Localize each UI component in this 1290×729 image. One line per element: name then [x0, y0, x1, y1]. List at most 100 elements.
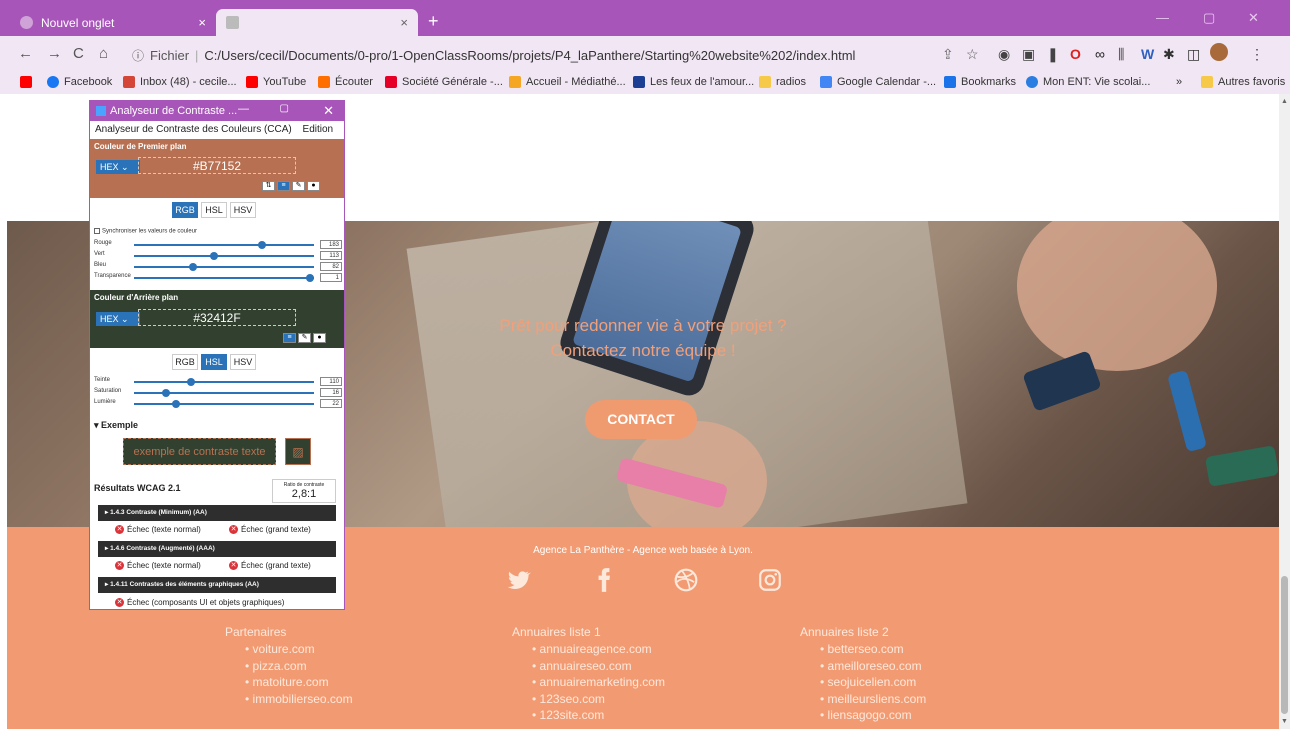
- bookmark-youtube-icon[interactable]: [20, 76, 37, 88]
- menu-icon[interactable]: ⋮: [1250, 46, 1264, 62]
- criterion-1-4-6[interactable]: ▸ 1.4.6 Contraste (Augmenté) (AAA): [98, 541, 336, 557]
- bookmarks-overflow-button[interactable]: »: [1176, 76, 1182, 88]
- cca-maximize-button[interactable]: ▢: [280, 103, 289, 114]
- criterion-1-4-11[interactable]: ▸ 1.4.11 Contrastes des éléments graphiq…: [98, 577, 336, 593]
- tab-active[interactable]: ×: [216, 9, 418, 36]
- close-window-button[interactable]: ✕: [1248, 10, 1259, 26]
- cca-minimize-button[interactable]: —: [238, 103, 249, 115]
- maximize-button[interactable]: ▢: [1203, 10, 1215, 26]
- slider-value[interactable]: 16: [320, 388, 342, 397]
- eyedropper-icon[interactable]: ✎: [292, 181, 305, 191]
- background-format-select[interactable]: HEX ⌄: [96, 312, 140, 326]
- list-item[interactable]: meilleursliens.com: [820, 691, 927, 708]
- list-item[interactable]: betterseo.com: [820, 641, 926, 658]
- slider-rouge[interactable]: Rouge 183: [94, 240, 344, 250]
- slider-knob[interactable]: [306, 274, 314, 282]
- cca-close-button[interactable]: ✕: [323, 103, 334, 119]
- instagram-icon[interactable]: [757, 567, 783, 593]
- slider-lumiere[interactable]: Lumière 22: [94, 399, 344, 409]
- tab-hsv[interactable]: HSV: [230, 202, 256, 218]
- facebook-icon[interactable]: [591, 567, 617, 593]
- slider-teinte[interactable]: Teinte 110: [94, 377, 344, 387]
- swap-icon[interactable]: ⇅: [262, 181, 275, 191]
- list-item[interactable]: pizza.com: [245, 658, 353, 675]
- cca-titlebar[interactable]: Analyseur de Contraste ... — ▢ ✕: [90, 101, 344, 121]
- sliders-icon[interactable]: ≡: [283, 333, 296, 343]
- opera-icon[interactable]: O: [1070, 46, 1081, 62]
- slider-value[interactable]: 1: [320, 273, 342, 282]
- avatar[interactable]: [1210, 43, 1228, 61]
- foreground-format-select[interactable]: HEX ⌄: [96, 160, 140, 174]
- tab-rgb[interactable]: RGB: [172, 202, 198, 218]
- slider-saturation[interactable]: Saturation 16: [94, 388, 344, 398]
- slider-knob[interactable]: [257, 241, 266, 249]
- slider-vert[interactable]: Vert 113: [94, 251, 344, 261]
- close-tab-icon[interactable]: ×: [400, 15, 408, 30]
- slider-knob[interactable]: [187, 378, 196, 386]
- new-tab-button[interactable]: +: [428, 12, 439, 30]
- scroll-down-icon[interactable]: ▼: [1281, 718, 1288, 725]
- slider-knob[interactable]: [171, 400, 180, 408]
- list-item[interactable]: voiture.com: [245, 641, 353, 658]
- tab-rgb[interactable]: RGB: [172, 354, 198, 370]
- close-tab-icon[interactable]: ×: [198, 15, 206, 30]
- slider-knob[interactable]: [209, 252, 218, 260]
- scroll-up-icon[interactable]: ▲: [1281, 98, 1288, 105]
- slider-knob[interactable]: [189, 263, 198, 271]
- tab-hsl[interactable]: HSL: [201, 202, 227, 218]
- address-bar[interactable]: ⓘ Fichier | C:/Users/cecil/Documents/0-p…: [124, 42, 998, 68]
- slider-value[interactable]: 183: [320, 240, 342, 249]
- share-icon[interactable]: ⇪: [942, 46, 954, 62]
- extension-icon[interactable]: ▣: [1022, 46, 1035, 62]
- criterion-1-4-3[interactable]: ▸ 1.4.3 Contraste (Minimum) (AA): [98, 505, 336, 521]
- background-hex-input[interactable]: #32412F: [138, 309, 296, 326]
- bookmark-item[interactable]: Accueil - Médiathé...: [509, 76, 626, 88]
- tab-hsl[interactable]: HSL: [201, 354, 227, 370]
- bookmark-star-icon[interactable]: ☆: [966, 46, 979, 62]
- bookmark-item[interactable]: Facebook: [47, 76, 112, 88]
- bookmark-item[interactable]: Google Calendar -...: [820, 76, 936, 88]
- foreground-hex-input[interactable]: #B77152: [138, 157, 296, 174]
- tab-hsv[interactable]: HSV: [230, 354, 256, 370]
- sliders-icon[interactable]: ≡: [277, 181, 290, 191]
- bookmark-item[interactable]: Société Générale -...: [385, 76, 503, 88]
- slider-value[interactable]: 22: [320, 399, 342, 408]
- bookmark-item[interactable]: radios: [759, 76, 806, 88]
- info-icon[interactable]: ⓘ: [132, 47, 144, 64]
- bookmark-item[interactable]: YouTube: [246, 76, 306, 88]
- help-icon[interactable]: ●: [313, 333, 326, 343]
- contact-button[interactable]: CONTACT: [585, 400, 697, 439]
- list-item[interactable]: 123seo.com: [532, 691, 665, 708]
- back-button[interactable]: ←: [18, 45, 33, 63]
- sidepanel-icon[interactable]: ◫: [1187, 46, 1200, 62]
- extension-icon[interactable]: ◉: [998, 46, 1010, 62]
- bookmark-item[interactable]: Mon ENT: Vie scolai...: [1026, 76, 1150, 88]
- list-item[interactable]: ameilloreseo.com: [820, 658, 926, 675]
- reload-button[interactable]: C: [73, 45, 84, 63]
- extension-icon[interactable]: ❚: [1047, 46, 1059, 62]
- forward-button[interactable]: →: [47, 45, 62, 63]
- minimize-button[interactable]: —: [1156, 10, 1169, 25]
- list-item[interactable]: immobilierseo.com: [245, 691, 353, 708]
- list-item[interactable]: annuaireagence.com: [532, 641, 665, 658]
- slider-knob[interactable]: [161, 389, 170, 397]
- extension-icon[interactable]: ∞: [1095, 46, 1105, 62]
- dribbble-icon[interactable]: [673, 567, 699, 593]
- help-icon[interactable]: ●: [307, 181, 320, 191]
- slider-value[interactable]: 113: [320, 251, 342, 260]
- list-item[interactable]: matoiture.com: [245, 674, 353, 691]
- sync-checkbox[interactable]: Synchroniser les valeurs de couleur: [94, 228, 197, 235]
- bookmark-item[interactable]: Inbox (48) - cecile...: [123, 76, 237, 88]
- list-item[interactable]: annuairemarketing.com: [532, 674, 665, 691]
- bookmark-item[interactable]: Bookmarks: [944, 76, 1016, 88]
- page-scrollbar[interactable]: ▲ ▼: [1279, 94, 1290, 729]
- other-bookmarks[interactable]: Autres favoris: [1201, 76, 1285, 88]
- scrollbar-thumb[interactable]: [1281, 576, 1288, 714]
- list-item[interactable]: annuaireseo.com: [532, 658, 665, 675]
- extension-icon[interactable]: ⫼: [1118, 46, 1124, 62]
- list-item[interactable]: seojuicelien.com: [820, 674, 926, 691]
- slider-bleu[interactable]: Bleu 82: [94, 262, 344, 272]
- bookmark-item[interactable]: Écouter: [318, 76, 373, 88]
- example-toggle[interactable]: ▾ Exemple: [94, 420, 138, 431]
- menu-item-cca[interactable]: Analyseur de Contraste des Couleurs (CCA…: [95, 124, 292, 135]
